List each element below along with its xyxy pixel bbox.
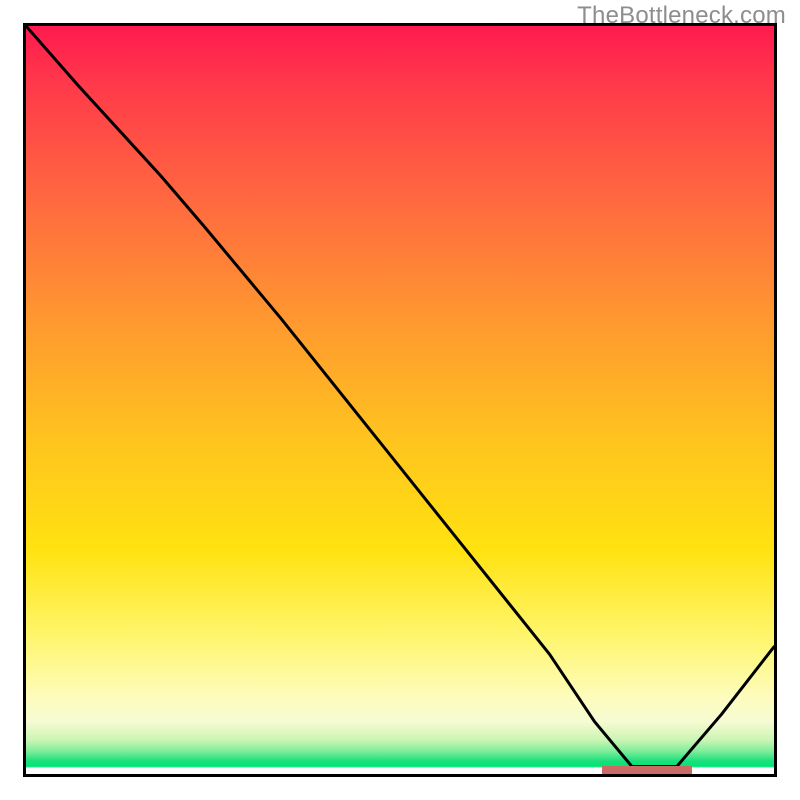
watermark-text: TheBottleneck.com: [577, 2, 786, 30]
line-curve: [26, 26, 774, 774]
optimal-range-marker: [602, 766, 692, 774]
plot-area: [23, 23, 777, 777]
chart-container: TheBottleneck.com: [0, 0, 800, 800]
